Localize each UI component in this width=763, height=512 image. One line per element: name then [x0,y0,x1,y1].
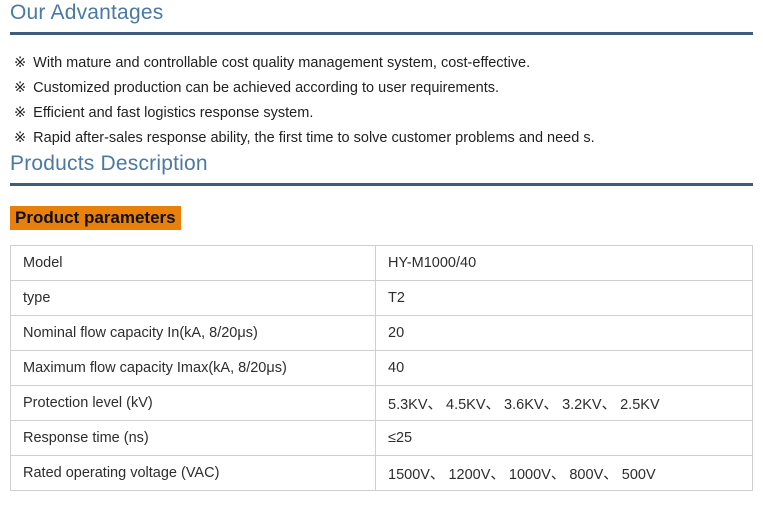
table-row: Response time (ns) ≤25 [10,420,753,456]
param-label-cell: Rated operating voltage (VAC) [10,455,376,491]
advantage-text: Efficient and fast logistics response sy… [33,105,314,121]
advantage-item: ※ Customized production can be achieved a… [10,76,753,101]
products-description-divider [10,183,753,186]
advantage-item: ※ Rapid after-sales response ability, the… [10,126,753,151]
param-label-cell: Protection level (kV) [10,385,376,421]
table-row: Rated operating voltage (VAC) 1500V、 120… [10,455,753,491]
param-label-cell: type [10,280,376,316]
reference-mark-icon: ※ [14,80,27,96]
param-label-cell: Maximum flow capacity Imax(kA, 8/20μs) [10,350,376,386]
table-row: type T2 [10,280,753,316]
advantage-item: ※ With mature and controllable cost quali… [10,51,753,76]
param-value-cell: HY-M1000/40 [375,245,753,281]
advantages-divider [10,32,753,35]
reference-mark-icon: ※ [14,105,27,121]
parameters-table: Model HY-M1000/40 type T2 Nominal flow c… [10,245,753,491]
table-row: Nominal flow capacity In(kA, 8/20μs) 20 [10,315,753,351]
advantage-text: Rapid after-sales response ability, the … [33,130,595,146]
products-description-heading: Products Description [10,152,208,175]
param-label-cell: Nominal flow capacity In(kA, 8/20μs) [10,315,376,351]
reference-mark-icon: ※ [14,130,27,146]
advantage-text: With mature and controllable cost qualit… [33,55,531,71]
table-row: Protection level (kV) 5.3KV、 4.5KV、 3.6K… [10,385,753,421]
table-row: Model HY-M1000/40 [10,245,753,281]
advantages-list: ※ With mature and controllable cost quali… [10,51,753,151]
param-value-cell: 40 [375,350,753,386]
param-value-cell: 20 [375,315,753,351]
advantage-text: Customized production can be achieved ac… [33,80,500,96]
param-value-cell: 1500V、 1200V、 1000V、 800V、 500V [375,455,753,491]
products-description-section: Products Description Product parameters … [10,151,753,491]
param-value-cell: ≤25 [375,420,753,456]
reference-mark-icon: ※ [14,55,27,71]
advantages-heading: Our Advantages [10,1,164,24]
product-page: Our Advantages ※ With mature and controll… [0,0,763,512]
subheading-wrap: Product parameters [10,206,753,230]
advantage-item: ※ Efficient and fast logistics response s… [10,101,753,126]
param-label-cell: Model [10,245,376,281]
param-label-cell: Response time (ns) [10,420,376,456]
param-value-cell: T2 [375,280,753,316]
page-content: Our Advantages ※ With mature and controll… [0,0,763,491]
product-parameters-label: Product parameters [10,206,181,230]
param-value-cell: 5.3KV、 4.5KV、 3.6KV、 3.2KV、 2.5KV [375,385,753,421]
advantages-section: Our Advantages ※ With mature and controll… [10,0,753,151]
table-row: Maximum flow capacity Imax(kA, 8/20μs) 4… [10,350,753,386]
